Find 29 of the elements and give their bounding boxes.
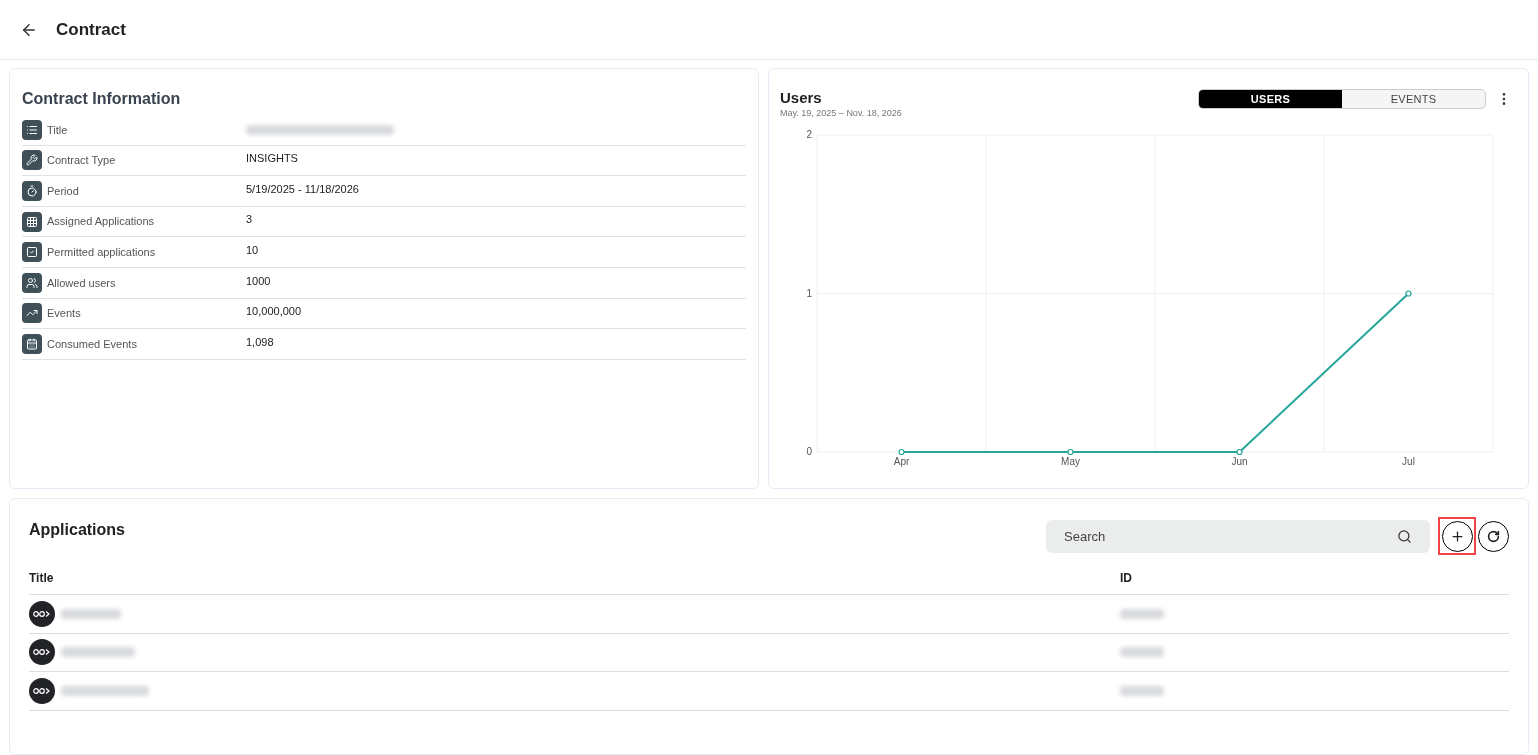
field-value: INSIGHTS bbox=[246, 151, 298, 167]
field-value: 1,098 bbox=[246, 334, 274, 350]
field-label: Assigned Applications bbox=[47, 214, 155, 230]
field-label: Consumed Events bbox=[47, 336, 138, 352]
card-title: Contract Information bbox=[22, 89, 182, 109]
column-header: ID bbox=[1120, 570, 1132, 587]
field-label: Events bbox=[47, 306, 82, 322]
field-label: Title bbox=[47, 122, 69, 138]
field-value: 5/19/2025 - 11/18/2026 bbox=[246, 181, 359, 197]
field-label: Period bbox=[47, 183, 80, 199]
section-title: Applications bbox=[29, 520, 125, 540]
page-title: Contract bbox=[56, 18, 126, 41]
column-header: Title bbox=[29, 570, 55, 587]
chart-date-range: May. 19, 2025 – Nov. 18, 2026 bbox=[780, 107, 902, 120]
field-value: 3 bbox=[246, 212, 253, 228]
x-tick-label: Jul bbox=[1402, 455, 1415, 467]
field-value: 10,000,000 bbox=[246, 304, 302, 320]
x-tick-label: Jun bbox=[1231, 455, 1248, 467]
y-tick-label: 1 bbox=[806, 287, 812, 298]
chart-title: Users bbox=[780, 89, 823, 107]
x-tick-label: Apr bbox=[893, 455, 910, 467]
field-label: Permitted applications bbox=[47, 244, 157, 260]
field-label: Allowed users bbox=[47, 275, 117, 291]
field-label: Contract Type bbox=[47, 153, 117, 169]
y-tick-label: 0 bbox=[806, 445, 812, 457]
field-value: 10 bbox=[246, 242, 259, 258]
x-tick-label: May bbox=[1061, 455, 1080, 467]
y-tick-label: 2 bbox=[806, 128, 812, 140]
field-value: 1000 bbox=[246, 273, 271, 289]
